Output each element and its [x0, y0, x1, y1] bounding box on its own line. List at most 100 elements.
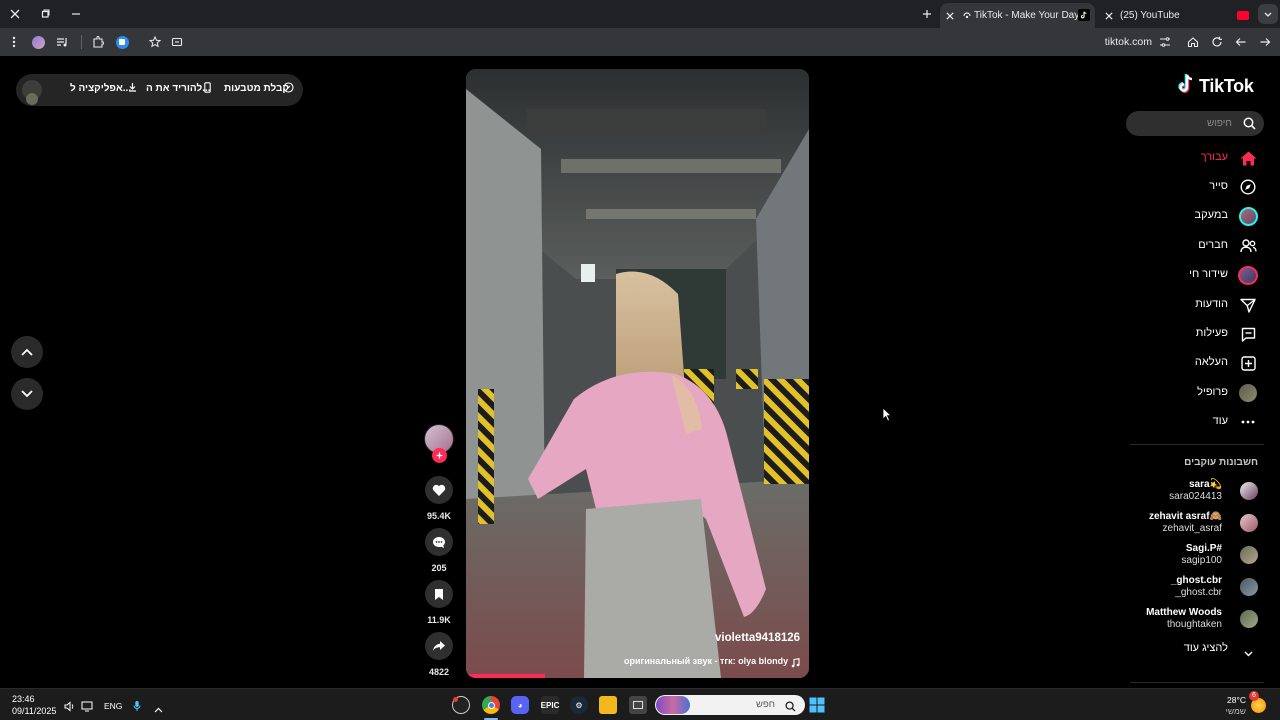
tab-tiktok[interactable]: TikTok - Make Your Day [940, 3, 1095, 28]
discord-icon[interactable]: ◕ [511, 696, 529, 714]
bookmark-star-icon[interactable] [145, 32, 165, 52]
minimize-window-icon[interactable] [66, 4, 86, 24]
nav-explore[interactable]: סייר [1120, 175, 1260, 199]
banner-avatar[interactable] [22, 80, 42, 105]
like-button[interactable] [425, 476, 453, 504]
taskbar-search-input[interactable]: חפש [655, 695, 805, 715]
video-player[interactable]: violetta9418126 оригинальный звук - тгк:… [466, 69, 809, 678]
nav-label: סייר [1209, 180, 1228, 192]
network-icon[interactable] [81, 699, 93, 717]
compass-icon [1238, 177, 1258, 197]
windows-start-icon[interactable] [808, 696, 826, 714]
heart-icon [432, 484, 446, 496]
nav-live[interactable]: שידור חי [1120, 263, 1260, 287]
comment-button[interactable] [425, 528, 453, 556]
download-app-label[interactable]: להוריד את ה... [146, 83, 211, 94]
home-button-icon[interactable] [1183, 32, 1203, 52]
nav-profile[interactable]: פרופיל [1120, 381, 1260, 405]
app-icon-clock[interactable] [452, 696, 470, 714]
show-more-button[interactable]: להציג עוד [1160, 640, 1260, 657]
extensions-icon[interactable] [88, 32, 108, 52]
task-view-icon[interactable] [629, 696, 647, 714]
extension-blue-icon[interactable] [112, 32, 132, 52]
get-app-label[interactable]: אפליקציה ל... [70, 83, 131, 94]
account-avatar [1240, 578, 1258, 596]
save-button[interactable] [425, 580, 453, 608]
weather-desc[interactable]: שמשי [1210, 706, 1246, 716]
microphone-icon[interactable] [133, 699, 141, 717]
previous-video-button[interactable] [11, 336, 43, 368]
tab-youtube[interactable]: (25) YouTube [1098, 3, 1258, 28]
chrome-icon[interactable] [482, 696, 500, 714]
close-tab-icon[interactable] [1099, 6, 1119, 26]
weather-temp[interactable]: 28°C [1210, 695, 1246, 705]
epic-games-icon[interactable]: EPIC [541, 696, 559, 714]
tiktok-logo-text[interactable]: TikTok [1199, 76, 1254, 97]
activity-icon [1238, 324, 1258, 344]
nav-following[interactable]: במעקב [1120, 204, 1260, 228]
language-indicator[interactable]: ENG [104, 701, 122, 711]
nav-more[interactable]: עוד [1120, 410, 1260, 434]
mouse-cursor-icon [882, 407, 892, 427]
share-count: 4822 [428, 667, 450, 677]
get-coins-label[interactable]: קבלת מטבעות [224, 83, 289, 94]
nav-label: שידור חי [1189, 268, 1228, 280]
account-handle: sara024413 [1169, 491, 1222, 502]
notification-badge: 6 [1249, 691, 1259, 701]
nav-for-you[interactable]: עבורך [1120, 146, 1260, 170]
menu-dots-icon[interactable] [4, 32, 24, 52]
comment-count: 205 [431, 563, 447, 573]
show-more-label: להציג עוד [1183, 642, 1228, 654]
nav-activity[interactable]: פעילות [1120, 322, 1260, 346]
address-bar-url[interactable]: tiktok.com [1092, 36, 1152, 48]
search-input[interactable]: חיפוש [1126, 111, 1264, 136]
following-account-item[interactable]: _ghost.cbr _ghost.cbr [1110, 573, 1260, 601]
following-account-item[interactable]: Sagi.P# sagip100 [1110, 541, 1260, 569]
following-accounts-title: חשבונות עוקבים [1184, 457, 1258, 468]
nav-messages[interactable]: הודעות [1120, 293, 1260, 317]
chevron-up-icon[interactable] [154, 700, 163, 718]
clock-time[interactable]: 23:46 [12, 694, 35, 704]
music-note-icon [791, 655, 800, 673]
account-handle: zehavit_asraf [1162, 523, 1222, 534]
file-explorer-icon[interactable] [599, 696, 617, 714]
back-arrow-icon[interactable] [1231, 32, 1251, 52]
close-window-icon[interactable] [5, 4, 25, 24]
video-author[interactable]: violetta9418126 [715, 632, 800, 644]
page-info-icon[interactable] [167, 32, 187, 52]
following-account-item[interactable]: Matthew Woods thoughtaken [1110, 605, 1260, 633]
follow-plus-icon[interactable] [432, 448, 447, 463]
reload-icon[interactable] [1207, 32, 1227, 52]
more-icon [1238, 412, 1258, 432]
nav-upload[interactable]: העלאה [1120, 351, 1260, 375]
comment-icon [433, 536, 445, 548]
steam-icon[interactable]: ⚙ [570, 696, 588, 714]
share-button[interactable] [425, 632, 453, 660]
media-controls-icon[interactable] [52, 32, 72, 52]
restore-window-icon[interactable] [35, 4, 55, 24]
new-tab-icon[interactable] [917, 4, 937, 24]
following-account-item[interactable]: sara💫 sara024413 [1110, 477, 1260, 505]
site-settings-icon[interactable] [1155, 32, 1175, 52]
nav-friends[interactable]: חברים [1120, 234, 1260, 258]
forward-arrow-icon[interactable] [1255, 32, 1275, 52]
account-name: _ghost.cbr [1170, 575, 1222, 586]
clock-date[interactable]: 09/11/2025 [12, 706, 56, 716]
search-icon[interactable] [1243, 117, 1256, 135]
video-sound[interactable]: оригинальный звук - тгк: olya blondy [624, 656, 788, 666]
coin-icon [283, 82, 294, 96]
nav-label: פעילות [1195, 327, 1228, 339]
bookmark-icon [435, 588, 443, 600]
tiktok-logo-icon[interactable] [1178, 74, 1196, 99]
windows-taskbar: 23:46 09/11/2025 ENG ◕ EPIC ⚙ חפש 28°C ש… [0, 688, 1280, 720]
account-avatar [1240, 546, 1258, 564]
tab-search-icon[interactable] [1258, 4, 1278, 24]
volume-icon[interactable] [64, 699, 75, 717]
account-avatar [1240, 482, 1258, 500]
home-icon [1238, 148, 1258, 168]
account-name: Matthew Woods [1146, 607, 1222, 618]
account-avatar [1240, 610, 1258, 628]
following-account-item[interactable]: zehavit asraf🙈 zehavit_asraf [1110, 509, 1260, 537]
profile-avatar-icon[interactable] [28, 32, 48, 52]
next-video-button[interactable] [11, 378, 43, 410]
